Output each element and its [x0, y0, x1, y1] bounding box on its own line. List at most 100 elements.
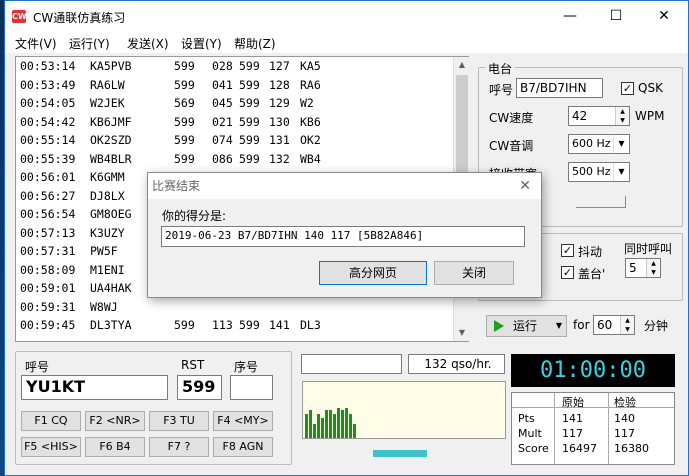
score-label: Score — [518, 442, 549, 455]
result-field[interactable]: 2019-06-23 B7/BD7IHN 140 117 [5B82A846] — [161, 226, 525, 247]
dialog-close-button[interactable]: 关闭 — [434, 261, 514, 285]
log-cell: 599 — [174, 318, 195, 332]
spin-down-icon[interactable]: ▼ — [620, 325, 634, 334]
log-cell: WB4BLR — [90, 151, 132, 166]
fkey-button-7[interactable]: F7 ? — [149, 437, 209, 457]
log-cell: 00:53:49 — [20, 77, 76, 92]
my-call-input[interactable]: B7/BD7IHN — [516, 78, 603, 98]
log-cell: 00:54:05 — [20, 96, 76, 110]
hiscore-button[interactable]: 高分网页 — [319, 261, 427, 285]
spin-up-icon[interactable]: ▲ — [615, 107, 629, 116]
qsb-checkbox[interactable]: ✓ — [561, 244, 574, 257]
wpm-spinner[interactable]: 42 ▲ ▼ — [568, 106, 630, 126]
volume-slider[interactable] — [576, 196, 626, 208]
run-button-label: 运行 — [513, 319, 538, 333]
chevron-down-icon[interactable]: ▼ — [556, 316, 562, 336]
pts-label: Pts — [518, 412, 535, 425]
qsb-label: 抖动 — [578, 245, 603, 259]
log-cell: KA5 — [300, 59, 321, 73]
log-cell: 599 — [239, 133, 260, 147]
log-cell: 00:54:42 — [20, 114, 76, 129]
log-cell: 041 — [212, 77, 233, 92]
fkey-button-4[interactable]: F4 <MY> — [213, 411, 273, 431]
log-cell: DL3 — [300, 318, 321, 332]
simultaneous-label: 同时呼叫 — [624, 242, 673, 256]
pitch-select[interactable]: 600 Hz ▼ — [568, 134, 630, 154]
spin-up-icon[interactable]: ▲ — [646, 259, 660, 268]
score-raw: 16497 — [562, 442, 597, 455]
log-cell: 129 — [269, 96, 290, 110]
log-cell: 00:53:14 — [20, 59, 76, 73]
log-cell: KA5PVB — [90, 59, 132, 73]
log-cell: 599 — [239, 318, 260, 332]
log-cell: 00:56:01 — [20, 170, 76, 184]
spin-down-icon[interactable]: ▼ — [615, 116, 629, 125]
log-cell: M1ENI — [90, 262, 125, 277]
qrm-checkbox[interactable]: ✓ — [561, 266, 574, 279]
activity-bar — [305, 414, 308, 438]
status-field — [301, 354, 402, 374]
minimize-button[interactable]: — — [547, 1, 593, 32]
pts-raw: 141 — [562, 412, 583, 425]
spin-up-icon[interactable]: ▲ — [620, 316, 634, 325]
menu-file[interactable]: 文件(V) — [15, 35, 57, 52]
activity-bar — [345, 408, 348, 438]
rst-input[interactable]: 599 — [177, 375, 222, 400]
spin-down-icon[interactable]: ▼ — [646, 268, 660, 277]
log-cell: 021 — [212, 114, 233, 129]
fkey-button-3[interactable]: F3 TU — [149, 411, 209, 431]
menu-run[interactable]: 运行(Y) — [69, 35, 110, 52]
log-cell: W8WJ — [90, 299, 118, 314]
fkey-button-8[interactable]: F8 AGN — [213, 437, 273, 457]
log-cell: W2JEK — [90, 96, 125, 110]
score-col-verified: 检验 — [614, 396, 636, 409]
scroll-up-icon[interactable]: ▲ — [454, 57, 470, 73]
pitch-value: 600 Hz — [572, 137, 611, 150]
dialog-title: 比赛结束 — [148, 173, 541, 199]
fkey-button-5[interactable]: F5 <HIS> — [21, 437, 81, 457]
log-cell: K3UZY — [90, 225, 125, 240]
menu-settings[interactable]: 设置(Y) — [181, 35, 222, 52]
band-activity-display — [302, 381, 506, 439]
chevron-down-icon[interactable]: ▼ — [613, 135, 629, 153]
close-button[interactable]: ✕ — [641, 1, 687, 32]
score-verified: 16380 — [614, 442, 649, 455]
close-icon[interactable]: ✕ — [519, 173, 531, 199]
log-cell: 599 — [174, 77, 195, 92]
window-title: CW通联仿真练习 — [33, 11, 126, 25]
log-cell: 00:59:45 — [20, 318, 76, 332]
log-cell: 128 — [269, 77, 290, 92]
log-cell: KB6JMF — [90, 114, 132, 129]
run-button[interactable]: 运行 ▼ — [486, 315, 567, 337]
duration-spinner[interactable]: 60 ▲ ▼ — [593, 315, 635, 335]
menu-send[interactable]: 发送(X) — [127, 35, 169, 52]
call-input[interactable]: YU1KT — [21, 375, 168, 400]
bandwidth-select[interactable]: 500 Hz ▼ — [568, 162, 630, 182]
entry-call-label: 呼号 — [25, 360, 50, 374]
log-cell: 599 — [239, 59, 260, 73]
log-cell: 00:56:54 — [20, 207, 76, 221]
simultaneous-spinner[interactable]: 5 ▲ ▼ — [625, 258, 661, 278]
nr-input[interactable] — [230, 375, 273, 400]
activity-bar — [329, 410, 332, 438]
fkey-button-1[interactable]: F1 CQ — [21, 411, 81, 431]
mult-label: Mult — [518, 427, 542, 440]
contest-clock: 01:00:00 — [511, 354, 675, 387]
log-cell: RA6 — [300, 77, 321, 92]
log-cell: UA4HAK — [90, 281, 132, 295]
activity-bar — [353, 424, 356, 438]
qsk-checkbox[interactable]: ✓ — [621, 82, 634, 95]
maximize-button[interactable]: ☐ — [593, 1, 639, 32]
log-cell: 086 — [212, 151, 233, 166]
wpm-unit: WPM — [635, 109, 665, 123]
activity-bar — [325, 410, 328, 438]
log-cell: 127 — [269, 59, 290, 73]
menu-help[interactable]: 帮助(Z) — [234, 35, 276, 52]
log-cell: OK2 — [300, 133, 321, 147]
fkey-button-2[interactable]: F2 <NR> — [85, 411, 145, 431]
scroll-down-icon[interactable]: ▼ — [454, 325, 470, 341]
chevron-down-icon[interactable]: ▼ — [613, 163, 629, 181]
log-cell: 130 — [269, 114, 290, 129]
fkey-button-6[interactable]: F6 B4 — [85, 437, 145, 457]
log-cell: 599 — [174, 114, 195, 129]
